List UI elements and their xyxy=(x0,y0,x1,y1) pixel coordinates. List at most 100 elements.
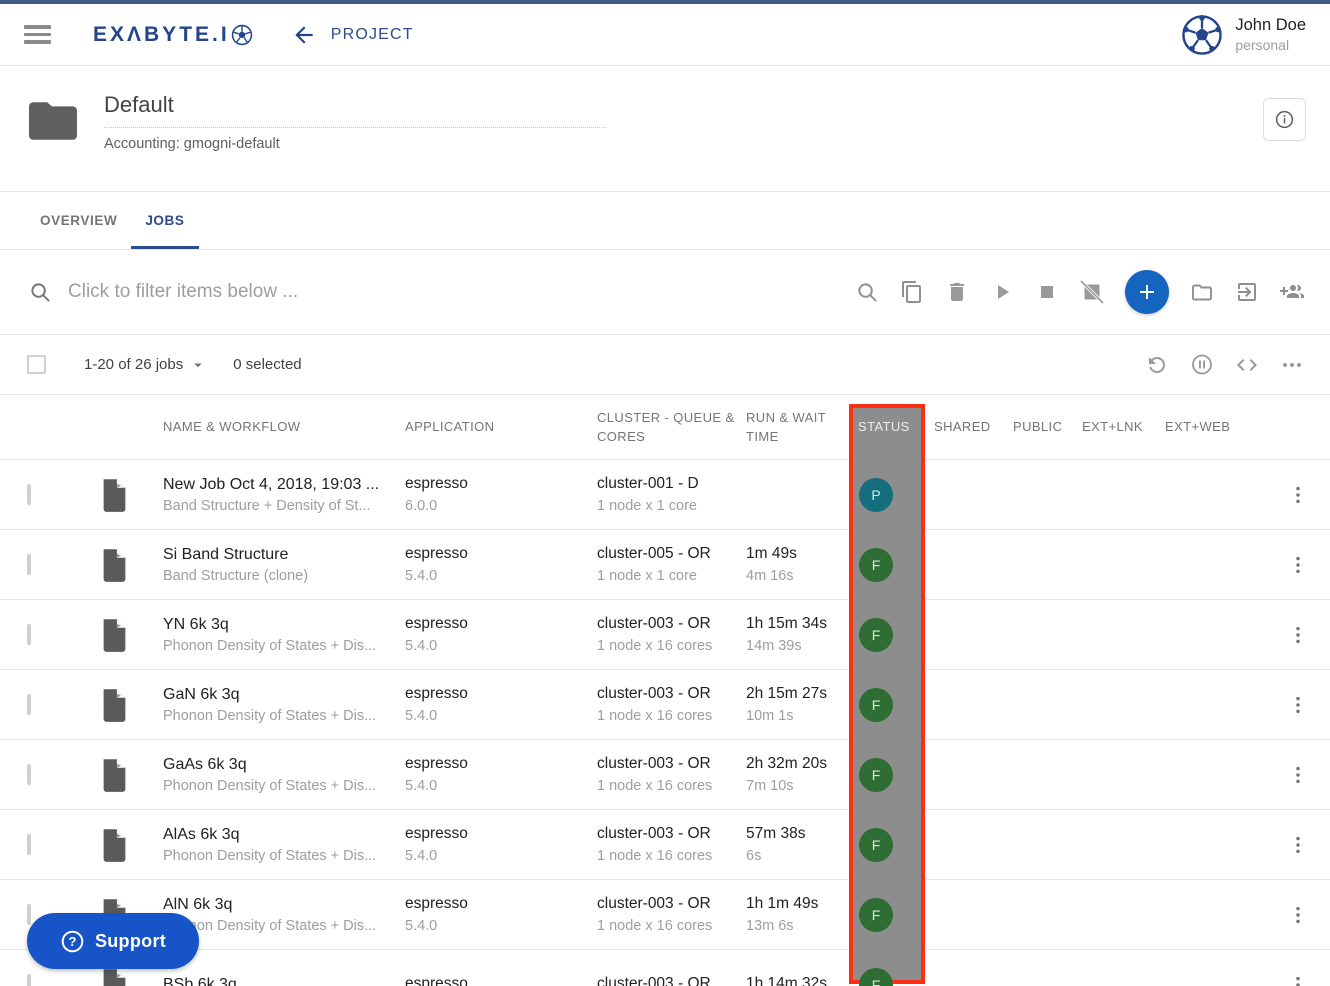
job-name[interactable]: YN 6k 3q xyxy=(163,613,393,636)
job-name[interactable]: GaN 6k 3q xyxy=(163,683,393,706)
project-header: Default Accounting: gmogni-default xyxy=(0,66,1330,192)
stop-icon[interactable] xyxy=(1035,280,1059,304)
row-checkbox[interactable] xyxy=(27,624,31,645)
tab-jobs[interactable]: JOBS xyxy=(131,192,198,249)
row-checkbox[interactable] xyxy=(27,974,31,986)
support-button[interactable]: ? Support xyxy=(27,913,199,969)
add-job-button[interactable] xyxy=(1125,270,1169,314)
select-all-checkbox[interactable] xyxy=(27,355,46,374)
play-icon[interactable] xyxy=(990,280,1014,304)
row-checkbox[interactable] xyxy=(27,554,31,575)
job-application: espresso xyxy=(405,823,597,845)
info-button[interactable] xyxy=(1263,98,1306,141)
job-name[interactable]: Si Band Structure xyxy=(163,543,393,566)
search-icon[interactable] xyxy=(855,280,879,304)
job-application: espresso xyxy=(405,543,597,565)
status-badge[interactable]: F xyxy=(859,898,893,932)
row-checkbox[interactable] xyxy=(27,484,31,505)
row-more-vert-icon[interactable] xyxy=(1266,694,1330,716)
job-name[interactable]: New Job Oct 4, 2018, 19:03 ... xyxy=(163,473,393,496)
job-application-version: 5.4.0 xyxy=(405,566,597,586)
brand-logo[interactable]: EXΛBYTE.I xyxy=(93,23,253,47)
job-name[interactable]: BSb 6k 3q xyxy=(163,973,393,986)
job-cluster-queue: cluster-003 - OR xyxy=(597,893,746,915)
column-header-cluster[interactable]: CLUSTER - QUEUE & CORES xyxy=(597,408,746,447)
back-arrow-icon[interactable] xyxy=(291,22,317,48)
job-application-version: 5.4.0 xyxy=(405,776,597,796)
table-row[interactable]: BSb 6k 3q espresso cluster-003 - OR 1h 1… xyxy=(0,950,1330,986)
refresh-icon[interactable] xyxy=(1145,353,1169,377)
status-badge[interactable]: F xyxy=(859,968,893,986)
breadcrumb-project[interactable]: PROJECT xyxy=(331,26,414,44)
table-row[interactable]: GaN 6k 3q Phonon Density of States + Dis… xyxy=(0,670,1330,740)
job-application: espresso xyxy=(405,753,597,775)
status-badge[interactable]: F xyxy=(859,548,893,582)
code-icon[interactable] xyxy=(1235,353,1259,377)
status-badge[interactable]: P xyxy=(859,478,893,512)
table-row[interactable]: AlAs 6k 3q Phonon Density of States + Di… xyxy=(0,810,1330,880)
table-row[interactable]: AlN 6k 3q Phonon Density of States + Dis… xyxy=(0,880,1330,950)
copy-icon[interactable] xyxy=(900,280,924,304)
row-more-vert-icon[interactable] xyxy=(1266,624,1330,646)
column-header-runwait[interactable]: RUN & WAIT TIME xyxy=(746,408,851,447)
row-more-vert-icon[interactable] xyxy=(1266,554,1330,576)
hamburger-menu-icon[interactable] xyxy=(24,25,51,44)
row-more-vert-icon[interactable] xyxy=(1266,764,1330,786)
job-cores: 1 node x 16 cores xyxy=(597,776,746,796)
column-header-public[interactable]: PUBLIC xyxy=(1013,417,1082,437)
table-row[interactable]: GaAs 6k 3q Phonon Density of States + Di… xyxy=(0,740,1330,810)
job-run-time: 1h 14m 32s xyxy=(746,973,851,986)
file-icon xyxy=(100,758,163,792)
pause-circle-icon[interactable] xyxy=(1190,353,1214,377)
job-run-time: 57m 38s xyxy=(746,823,851,845)
pagination-range[interactable]: 1-20 of 26 jobs xyxy=(84,356,207,374)
row-more-vert-icon[interactable] xyxy=(1266,484,1330,506)
job-cluster-queue: cluster-001 - D xyxy=(597,473,746,495)
job-wait-time: 4m 16s xyxy=(746,566,851,586)
job-application: espresso xyxy=(405,893,597,915)
folder-icon[interactable] xyxy=(1190,280,1214,304)
job-name[interactable]: AlN 6k 3q xyxy=(163,893,393,916)
row-more-vert-icon[interactable] xyxy=(1266,904,1330,926)
row-checkbox[interactable] xyxy=(27,764,31,785)
filter-input[interactable] xyxy=(68,281,855,303)
column-header-extlnk[interactable]: EXT+LNK xyxy=(1082,417,1165,437)
job-workflow: Phonon Density of States + Dis... xyxy=(163,706,393,726)
column-header-shared[interactable]: SHARED xyxy=(923,417,1013,437)
column-header-name[interactable]: NAME & WORKFLOW xyxy=(163,417,405,437)
row-more-vert-icon[interactable] xyxy=(1266,834,1330,856)
more-horiz-icon[interactable] xyxy=(1280,353,1304,377)
page: EXΛBYTE.I PROJECT xyxy=(0,0,1330,986)
row-more-vert-icon[interactable] xyxy=(1266,974,1330,986)
person-add-icon[interactable] xyxy=(1280,280,1304,304)
status-badge[interactable]: F xyxy=(859,758,893,792)
user-name: John Doe xyxy=(1235,15,1306,36)
job-name[interactable]: GaAs 6k 3q xyxy=(163,753,393,776)
column-header-extweb[interactable]: EXT+WEB xyxy=(1165,417,1265,437)
selected-count: 0 selected xyxy=(233,356,301,373)
delete-icon[interactable] xyxy=(945,280,969,304)
job-name[interactable]: AlAs 6k 3q xyxy=(163,823,393,846)
user-info[interactable]: John Doe personal xyxy=(1235,15,1306,55)
table-header: NAME & WORKFLOW APPLICATION CLUSTER - QU… xyxy=(0,395,1330,460)
table-row[interactable]: YN 6k 3q Phonon Density of States + Dis.… xyxy=(0,600,1330,670)
job-application: espresso xyxy=(405,973,597,986)
row-checkbox[interactable] xyxy=(27,694,31,715)
column-header-status[interactable]: STATUS xyxy=(851,417,923,437)
status-badge[interactable]: F xyxy=(859,618,893,652)
user-avatar-soccer-ball-icon[interactable] xyxy=(1181,14,1223,56)
slashed-square-icon[interactable] xyxy=(1080,280,1104,304)
job-application-version: 5.4.0 xyxy=(405,706,597,726)
table-row[interactable]: Si Band Structure Band Structure (clone)… xyxy=(0,530,1330,600)
exit-to-app-icon[interactable] xyxy=(1235,280,1259,304)
status-badge[interactable]: F xyxy=(859,688,893,722)
table-row[interactable]: New Job Oct 4, 2018, 19:03 ... Band Stru… xyxy=(0,460,1330,530)
job-cores: 1 node x 16 cores xyxy=(597,916,746,936)
column-header-application[interactable]: APPLICATION xyxy=(405,417,597,437)
row-checkbox[interactable] xyxy=(27,904,31,925)
file-icon xyxy=(100,828,163,862)
status-badge[interactable]: F xyxy=(859,828,893,862)
tab-overview[interactable]: OVERVIEW xyxy=(26,192,131,249)
row-checkbox[interactable] xyxy=(27,834,31,855)
job-run-time: 2h 15m 27s xyxy=(746,683,851,705)
